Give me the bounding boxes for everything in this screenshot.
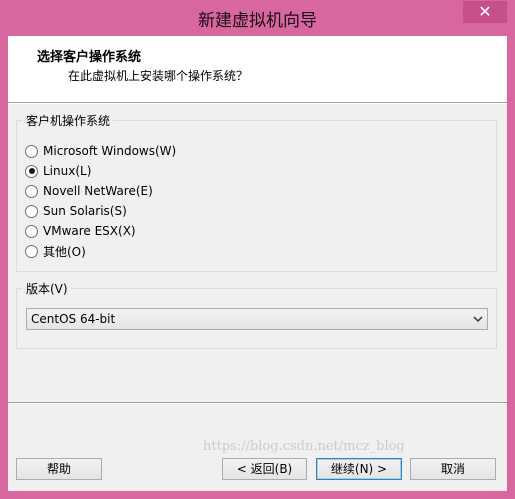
radio-other[interactable]: 其他(O): [25, 242, 86, 260]
radio-novell-netware[interactable]: Novell NetWare(E): [25, 182, 153, 200]
version-select-value: CentOS 64-bit: [31, 312, 116, 326]
next-button[interactable]: 继续(N) >: [316, 458, 402, 480]
version-select[interactable]: CentOS 64-bit: [26, 308, 488, 330]
title-bar[interactable]: 新建虚拟机向导 ✕: [0, 0, 515, 36]
radio-label: 其他(O): [43, 244, 86, 259]
help-button[interactable]: 帮助: [16, 458, 102, 480]
radio-button[interactable]: [25, 244, 38, 258]
radio-label: Novell NetWare(E): [43, 184, 153, 198]
radio-vmware-esx[interactable]: VMware ESX(X): [25, 222, 136, 240]
radio-button[interactable]: [25, 224, 38, 238]
radio-label: Linux(L): [43, 164, 92, 178]
close-button[interactable]: ✕: [463, 1, 507, 23]
cancel-button[interactable]: 取消: [410, 458, 496, 480]
guest-os-group-label: 客户机操作系统: [23, 112, 114, 129]
window-title: 新建虚拟机向导: [198, 11, 317, 31]
page-subtitle: 在此虚拟机上安装哪个操作系统？: [68, 69, 249, 83]
page-title: 选择客户操作系统: [37, 50, 142, 65]
version-group: 版本(V) CentOS 64-bit: [16, 280, 497, 349]
back-button[interactable]: < 返回(B): [222, 458, 307, 480]
wizard-window: 新建虚拟机向导 ✕ 选择客户操作系统 在此虚拟机上安装哪个操作系统？ 客户机操作…: [0, 0, 515, 499]
radio-label: Microsoft Windows(W): [43, 144, 177, 158]
radio-sun-solaris[interactable]: Sun Solaris(S): [25, 202, 127, 220]
wizard-header: 选择客户操作系统 在此虚拟机上安装哪个操作系统？: [8, 36, 507, 103]
chevron-down-icon: [473, 316, 483, 323]
radio-linux[interactable]: Linux(L): [25, 162, 91, 180]
version-group-label: 版本(V): [23, 280, 71, 297]
radio-button-checked[interactable]: [25, 164, 38, 178]
close-icon: ✕: [478, 2, 492, 21]
radio-label: VMware ESX(X): [43, 224, 136, 238]
watermark: https://blog.csdn.net/mcz_blog: [203, 439, 405, 454]
radio-microsoft-windows[interactable]: Microsoft Windows(W): [25, 142, 176, 160]
radio-button[interactable]: [25, 204, 38, 218]
radio-button[interactable]: [25, 144, 38, 158]
dialog-body: 选择客户操作系统 在此虚拟机上安装哪个操作系统？ 客户机操作系统 Microso…: [8, 36, 507, 491]
radio-label: Sun Solaris(S): [43, 204, 127, 218]
button-divider: [8, 402, 507, 404]
guest-os-group: 客户机操作系统 Microsoft Windows(W) Linux(L) No…: [16, 112, 497, 272]
radio-button[interactable]: [25, 184, 38, 198]
